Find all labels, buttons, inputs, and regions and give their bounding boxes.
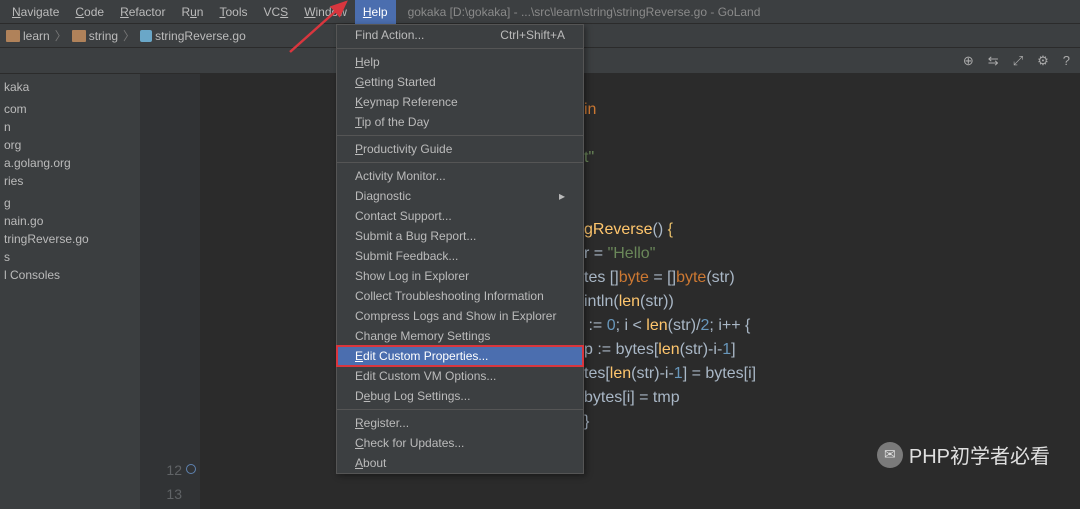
- menu-item-edit-custom-vm-options[interactable]: Edit Custom VM Options...: [337, 366, 583, 386]
- menu-code[interactable]: Code: [67, 0, 112, 24]
- go-file-icon: [140, 30, 152, 42]
- line-number: 13: [140, 482, 182, 506]
- gear-icon[interactable]: ⚙: [1037, 53, 1049, 69]
- crumb-file[interactable]: stringReverse.go: [155, 29, 246, 43]
- sidebar-item[interactable]: a.golang.org: [0, 154, 140, 172]
- window-title: gokaka [D:\gokaka] - ...\src\learn\strin…: [408, 5, 761, 19]
- menu-item-activity-monitor[interactable]: Activity Monitor...: [337, 166, 583, 186]
- menu-item-getting-started[interactable]: Getting Started: [337, 72, 583, 92]
- menu-item-edit-custom-properties[interactable]: Edit Custom Properties...: [337, 346, 583, 366]
- menu-separator: [337, 162, 583, 163]
- menu-item-tip-of-the-day[interactable]: Tip of the Day: [337, 112, 583, 132]
- sidebar-item[interactable]: kaka: [0, 78, 140, 96]
- sidebar-item[interactable]: n: [0, 118, 140, 136]
- menu-item-register[interactable]: Register...: [337, 413, 583, 433]
- crumb-learn[interactable]: learn: [23, 29, 50, 43]
- menu-run[interactable]: Run: [173, 0, 211, 24]
- crumb-string[interactable]: string: [89, 29, 118, 43]
- menubar: NavigateCodeRefactorRunToolsVCSWindowHel…: [0, 0, 1080, 24]
- menu-item-contact-support[interactable]: Contact Support...: [337, 206, 583, 226]
- watermark: ✉ PHP初学者必看: [877, 440, 1050, 469]
- breakpoint-icon[interactable]: [186, 464, 196, 474]
- target-icon[interactable]: ⊕: [963, 53, 974, 69]
- menu-item-find-action[interactable]: Find Action...Ctrl+Shift+A: [337, 25, 583, 45]
- line-number: 12: [140, 458, 182, 482]
- menu-item-submit-feedback[interactable]: Submit Feedback...: [337, 246, 583, 266]
- menu-vcs[interactable]: VCS: [256, 0, 297, 24]
- menu-refactor[interactable]: Refactor: [112, 0, 173, 24]
- menu-window[interactable]: Window: [296, 0, 355, 24]
- sidebar: kaka comnorga.golang.orgries gnain.gotring…: [0, 74, 140, 509]
- menu-item-compress-logs-and-show-in-explorer[interactable]: Compress Logs and Show in Explorer: [337, 306, 583, 326]
- sidebar-item[interactable]: nain.go: [0, 212, 140, 230]
- menu-separator: [337, 409, 583, 410]
- watermark-text: PHP初学者必看: [909, 440, 1050, 469]
- sidebar-item[interactable]: l Consoles: [0, 266, 140, 284]
- menu-item-productivity-guide[interactable]: Productivity Guide: [337, 139, 583, 159]
- menu-item-about[interactable]: About: [337, 453, 583, 473]
- gutter: 1213: [140, 74, 200, 509]
- sidebar-item[interactable]: tringReverse.go: [0, 230, 140, 248]
- sidebar-item[interactable]: com: [0, 100, 140, 118]
- chevron-right-icon: 〉: [123, 27, 135, 44]
- menu-navigate[interactable]: Navigate: [4, 0, 67, 24]
- menu-item-submit-a-bug-report[interactable]: Submit a Bug Report...: [337, 226, 583, 246]
- sidebar-item[interactable]: org: [0, 136, 140, 154]
- menu-item-check-for-updates[interactable]: Check for Updates...: [337, 433, 583, 453]
- collapse-icon[interactable]: ⤢: [1013, 53, 1023, 69]
- menu-separator: [337, 48, 583, 49]
- menu-item-help[interactable]: Help: [337, 52, 583, 72]
- folder-icon: [6, 30, 20, 42]
- menu-item-show-log-in-explorer[interactable]: Show Log in Explorer: [337, 266, 583, 286]
- menu-help[interactable]: Help: [355, 0, 396, 24]
- chevron-right-icon: 〉: [55, 27, 67, 44]
- sidebar-item[interactable]: s: [0, 248, 140, 266]
- menu-item-debug-log-settings[interactable]: Debug Log Settings...: [337, 386, 583, 406]
- menu-item-keymap-reference[interactable]: Keymap Reference: [337, 92, 583, 112]
- sidebar-item[interactable]: g: [0, 194, 140, 212]
- wechat-icon: ✉: [877, 442, 903, 468]
- menu-item-change-memory-settings[interactable]: Change Memory Settings: [337, 326, 583, 346]
- menu-separator: [337, 135, 583, 136]
- help-icon[interactable]: ?: [1063, 53, 1070, 68]
- settings-icon[interactable]: ⇆: [988, 53, 999, 69]
- help-menu-dropdown: Find Action...Ctrl+Shift+A HelpGetting St…: [336, 24, 584, 474]
- folder-icon: [72, 30, 86, 42]
- menu-item-collect-troubleshooting-information[interactable]: Collect Troubleshooting Information: [337, 286, 583, 306]
- menu-item-diagnostic[interactable]: Diagnostic▸: [337, 186, 583, 206]
- menu-tools[interactable]: Tools: [211, 0, 255, 24]
- sidebar-item[interactable]: ries: [0, 172, 140, 190]
